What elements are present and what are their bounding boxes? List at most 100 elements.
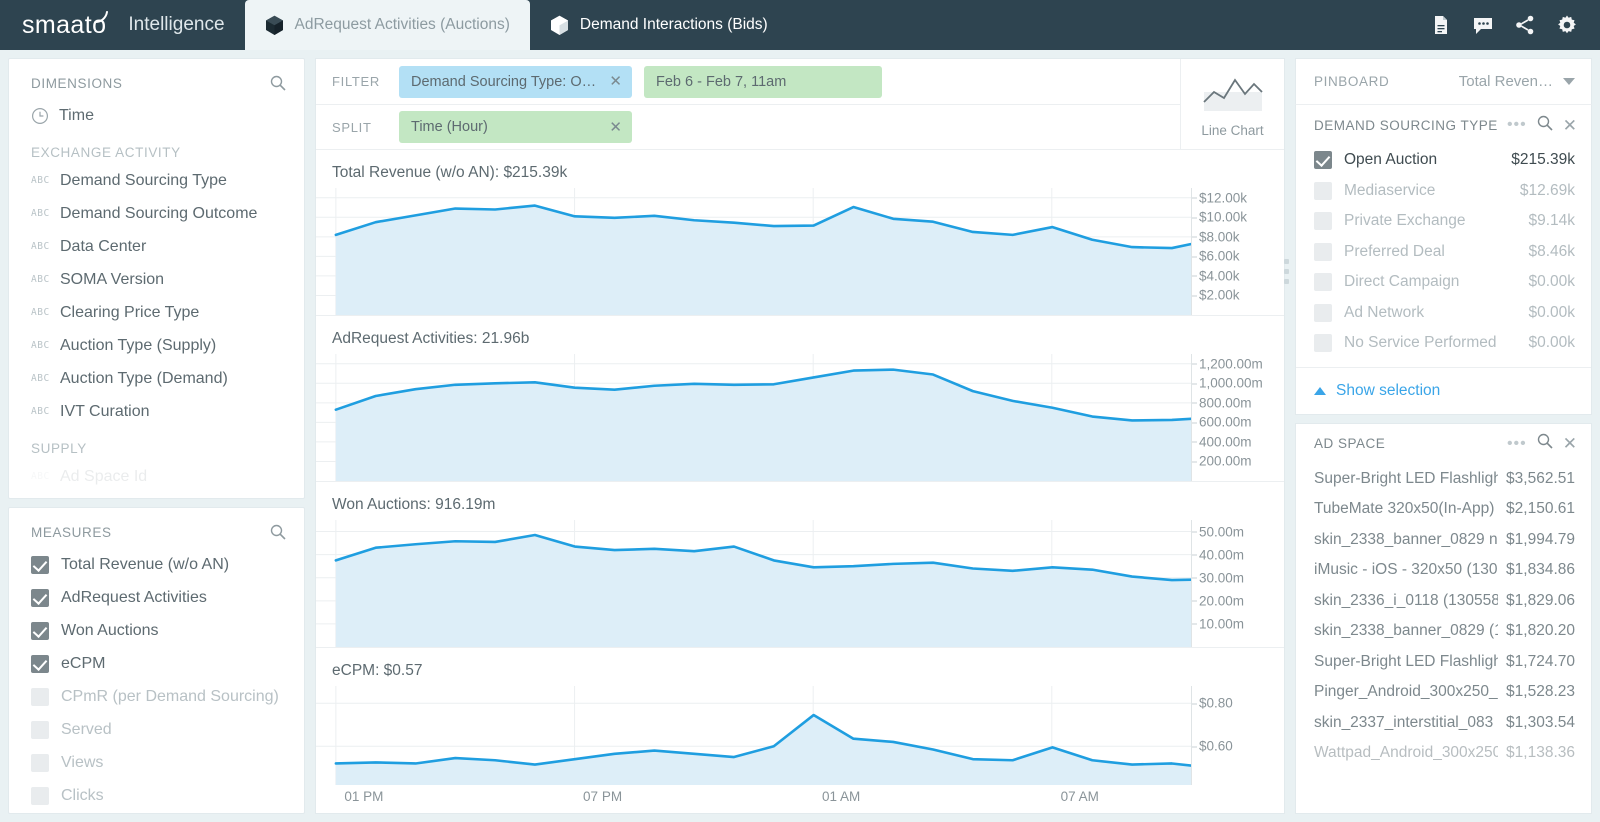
measure-label: eCPM xyxy=(61,654,106,672)
pinboard-measure-selector[interactable]: Total Reven… xyxy=(1459,73,1575,90)
close-icon[interactable]: ✕ xyxy=(609,120,622,135)
checkbox[interactable] xyxy=(31,753,49,772)
search-icon[interactable] xyxy=(1537,115,1553,136)
row-value: $3,562.51 xyxy=(1506,469,1575,487)
checkbox[interactable] xyxy=(31,720,49,739)
tab-adrequest-activities[interactable]: AdRequest Activities (Auctions) xyxy=(244,0,530,50)
list-item[interactable]: Super-Bright LED Flashligh $1,724.70 xyxy=(1296,647,1591,678)
list-item[interactable]: Wattpad_Android_300x250 $1,138.36 xyxy=(1296,738,1591,769)
pinboard-row[interactable]: Private Exchange $9.14k xyxy=(1296,206,1591,237)
checkbox[interactable] xyxy=(1314,242,1332,261)
checkbox[interactable] xyxy=(31,555,49,574)
measure-item-served[interactable]: Served xyxy=(31,713,304,746)
pinboard-row[interactable]: Preferred Deal $8.46k xyxy=(1296,237,1591,268)
checkbox[interactable] xyxy=(1314,303,1332,322)
more-icon[interactable]: ••• xyxy=(1507,435,1527,452)
search-icon[interactable] xyxy=(270,75,286,91)
more-icon[interactable]: ••• xyxy=(1507,117,1527,133)
checkbox[interactable] xyxy=(1314,151,1332,170)
row-value: $1,138.36 xyxy=(1506,744,1575,762)
visualization-type-selector[interactable]: Line Chart xyxy=(1180,59,1284,149)
sidebar-item-soma-version[interactable]: ABC SOMA Version xyxy=(31,263,304,296)
x-axis-tick: 01 PM xyxy=(344,789,384,804)
pinboard-row[interactable]: No Service Performed $0.00k xyxy=(1296,328,1591,359)
filter-split-bar: FILTER Demand Sourcing Type: O… ✕ Feb 6 … xyxy=(316,59,1284,150)
list-item[interactable]: skin_2337_interstitial_083 $1,303.54 xyxy=(1296,708,1591,739)
checkbox[interactable] xyxy=(31,654,49,673)
search-icon[interactable] xyxy=(1537,433,1553,454)
checkbox[interactable] xyxy=(31,687,49,706)
close-icon[interactable]: ✕ xyxy=(609,74,622,89)
y-axis-tick: 50.00m xyxy=(1192,524,1245,540)
sidebar-item-ad-space-id[interactable]: ABC Ad Space Id xyxy=(31,460,304,493)
close-icon[interactable]: ✕ xyxy=(1563,117,1577,134)
split-chip-time-hour[interactable]: Time (Hour) ✕ xyxy=(399,111,632,143)
sidebar-item-demand-sourcing-type[interactable]: ABC Demand Sourcing Type xyxy=(31,164,304,197)
y-axis-tick: 400.00m xyxy=(1192,434,1252,450)
checkbox[interactable] xyxy=(31,621,49,640)
filter-chip-demand-sourcing-type[interactable]: Demand Sourcing Type: O… ✕ xyxy=(399,65,632,98)
comment-icon[interactable] xyxy=(1472,14,1494,36)
show-selection-button[interactable]: Show selection xyxy=(1296,366,1591,414)
app-body: DIMENSIONS Time EXCHANGE ACTIVITY ABC Dem… xyxy=(0,50,1600,822)
list-item[interactable]: skin_2338_banner_0829 (1 $1,820.20 xyxy=(1296,616,1591,647)
row-label: Super-Bright LED Flashligh xyxy=(1314,469,1499,487)
plot-wrapper: 200.00m 400.00m 600.00m 800.00m 1,000.00m 1,2… xyxy=(316,354,1284,481)
list-item[interactable]: TubeMate 320x50(In-App) $2,150.61 xyxy=(1296,494,1591,525)
search-icon[interactable] xyxy=(270,524,286,540)
measure-item-views[interactable]: Views xyxy=(31,746,304,779)
measure-item-cpmr[interactable]: CPmR (per Demand Sourcing) xyxy=(31,680,304,713)
checkbox[interactable] xyxy=(31,588,49,607)
document-icon[interactable] xyxy=(1430,14,1452,36)
pinboard-row[interactable]: Ad Network $0.00k xyxy=(1296,298,1591,329)
measure-item-clicks[interactable]: Clicks xyxy=(31,779,304,812)
pinboard-row[interactable]: Open Auction $215.39k xyxy=(1296,145,1591,176)
sidebar-item-data-center[interactable]: ABC Data Center xyxy=(31,230,304,263)
app-root: smaato Intelligence AdRequest Activities… xyxy=(0,0,1600,822)
measure-label: CPmR (per Demand Sourcing) xyxy=(61,687,279,705)
tab-demand-interactions[interactable]: Demand Interactions (Bids) xyxy=(530,0,788,50)
list-item[interactable]: iMusic - iOS - 320x50 (130 $1,834.86 xyxy=(1296,555,1591,586)
brand-logo: smaato Intelligence xyxy=(0,0,245,50)
measure-item-adrequest-activities[interactable]: AdRequest Activities xyxy=(31,581,304,614)
plot-wrapper: 10.00m 20.00m 30.00m 40.00m 50.00m xyxy=(316,520,1284,647)
list-item[interactable]: skin_2338_banner_0829 na $1,994.79 xyxy=(1296,525,1591,556)
line-chart-icon xyxy=(1202,70,1264,117)
list-item[interactable]: skin_2336_i_0118 (130558 $1,829.06 xyxy=(1296,586,1591,617)
checkbox[interactable] xyxy=(1314,212,1332,231)
filter-chip-date-range[interactable]: Feb 6 - Feb 7, 11am xyxy=(644,65,882,98)
measure-item-won-auctions[interactable]: Won Auctions xyxy=(31,614,304,647)
plot-area[interactable] xyxy=(316,686,1191,785)
list-item[interactable]: Pinger_Android_300x250_I $1,528.23 xyxy=(1296,677,1591,708)
plot-area[interactable] xyxy=(316,188,1191,315)
gear-icon[interactable] xyxy=(1556,14,1578,36)
x-axis-tick: 07 PM xyxy=(583,789,623,804)
share-icon[interactable] xyxy=(1514,14,1536,36)
sidebar-item-auction-type-supply[interactable]: ABC Auction Type (Supply) xyxy=(31,329,304,362)
sidebar-item-label: Ad Space Id xyxy=(60,467,148,485)
row-label: TubeMate 320x50(In-App) xyxy=(1314,500,1495,518)
pinboard-row[interactable]: Direct Campaign $0.00k xyxy=(1296,267,1591,298)
plot-area[interactable] xyxy=(316,520,1191,647)
checkbox[interactable] xyxy=(1314,273,1332,292)
close-icon[interactable]: ✕ xyxy=(1563,435,1577,452)
panel-resize-handle[interactable] xyxy=(1284,259,1289,285)
tab-label: Demand Interactions (Bids) xyxy=(579,16,768,33)
list-item[interactable]: Super-Bright LED Flashligh $3,562.51 xyxy=(1296,464,1591,495)
row-label: iMusic - iOS - 320x50 (130 xyxy=(1314,561,1498,579)
plot-area[interactable] xyxy=(316,354,1191,481)
clock-icon xyxy=(31,107,49,125)
sidebar-item-clearing-price-type[interactable]: ABC Clearing Price Type xyxy=(31,296,304,329)
sidebar-item-demand-sourcing-outcome[interactable]: ABC Demand Sourcing Outcome xyxy=(31,197,304,230)
checkbox[interactable] xyxy=(1314,181,1332,200)
sidebar-item-ivt-curation[interactable]: ABC IVT Curation xyxy=(31,395,304,428)
checkbox[interactable] xyxy=(1314,334,1332,353)
measure-item-total-revenue[interactable]: Total Revenue (w/o AN) xyxy=(31,548,304,581)
split-row: SPLIT Time (Hour) ✕ xyxy=(316,104,1180,149)
panel-resize-handle[interactable] xyxy=(304,279,305,304)
sidebar-item-time[interactable]: Time xyxy=(31,99,304,132)
sidebar-item-auction-type-demand[interactable]: ABC Auction Type (Demand) xyxy=(31,362,304,395)
pinboard-row[interactable]: Mediaservice $12.69k xyxy=(1296,176,1591,207)
measure-item-ecpm[interactable]: eCPM xyxy=(31,647,304,680)
checkbox[interactable] xyxy=(31,786,49,805)
